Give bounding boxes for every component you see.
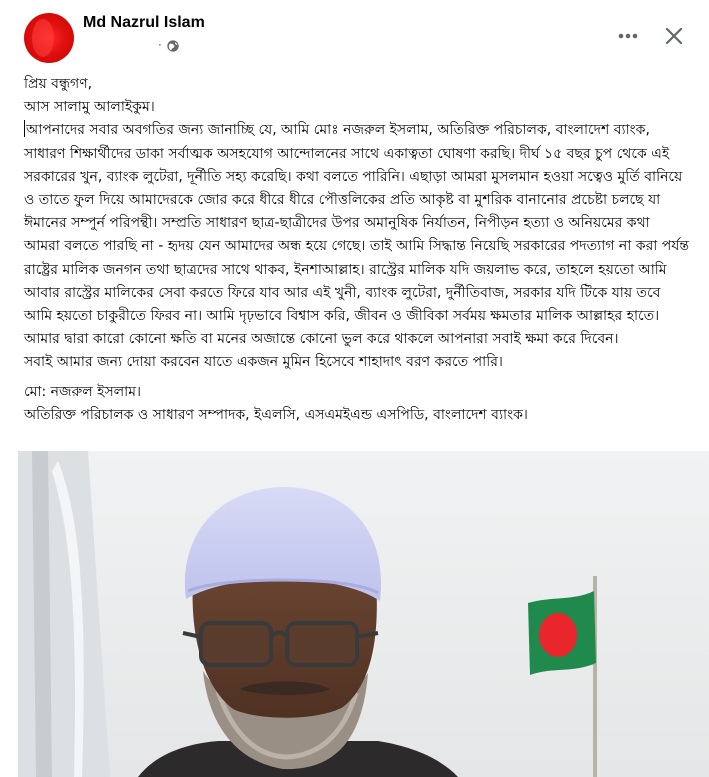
greeting-line: প্রিয় বন্ধুগণ, — [24, 76, 93, 92]
post-meta-dot: · — [158, 38, 162, 52]
post-photo[interactable] — [18, 451, 709, 777]
close-icon — [665, 27, 683, 45]
signature-title: অতিরিক্ত পরিচালক ও সাধারণ সম্পাদক, ইএলসি… — [24, 406, 528, 423]
close-button[interactable] — [656, 18, 692, 54]
signature-name: মো: নজরুল ইসলাম। — [24, 383, 141, 400]
prayer-line: সবাই আমার জন্য দোয়া করবেন যাতে একজন মুম… — [24, 354, 503, 371]
author-name[interactable]: Md Nazrul Islam — [83, 14, 205, 32]
apology-line: আমার দ্বারা কারো কোনো ক্ষতি বা মনের অজান… — [24, 331, 619, 348]
more-options-icon — [618, 33, 638, 39]
post-header: Md Nazrul Islam · — [0, 0, 709, 68]
text-cursor — [24, 120, 25, 138]
photo-scene — [18, 451, 709, 777]
avatar-highlight — [32, 19, 54, 57]
body-text: আপনাদের সবার অবগতির জন্য জানাচ্ছি যে, আম… — [24, 122, 690, 325]
salam-line: আস সালামু আলাইকুম। — [24, 99, 155, 116]
more-options-button[interactable] — [612, 20, 644, 52]
globe-icon[interactable] — [166, 39, 180, 53]
post-message: প্রিয় বন্ধুগণ, আস সালামু আলাইকুম। আপনাদ… — [24, 73, 689, 427]
facebook-post: Md Nazrul Islam · প্রিয় বন্ধুগণ, আস সাল… — [0, 0, 709, 777]
author-avatar[interactable] — [24, 13, 74, 63]
body-paragraph: আপনাদের সবার অবগতির জন্য জানাচ্ছি যে, আম… — [24, 119, 689, 328]
